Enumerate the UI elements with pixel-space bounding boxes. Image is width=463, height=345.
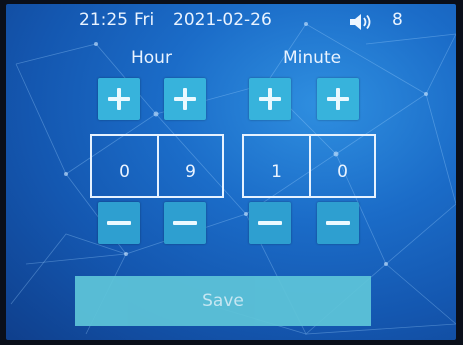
save-button[interactable]: Save xyxy=(75,276,371,326)
volume-level: 8 xyxy=(392,10,403,30)
speaker-volume-icon xyxy=(350,14,371,30)
minus-icon xyxy=(173,221,197,225)
minute-ones-decrement-button[interactable] xyxy=(317,202,359,244)
status-bar: 21:25 Fri 2021-02-26 8 xyxy=(6,10,456,34)
minus-icon xyxy=(258,221,282,225)
device-screen: 21:25 Fri 2021-02-26 8 Hour Minute 0 9 1… xyxy=(6,4,456,340)
minute-display: 1 0 xyxy=(242,134,376,198)
hour-tens-decrement-button[interactable] xyxy=(98,202,140,244)
status-time: 21:25 xyxy=(79,10,128,30)
status-day: Fri xyxy=(134,10,155,30)
hour-label: Hour xyxy=(131,48,172,68)
minute-label: Minute xyxy=(283,48,342,68)
hour-ones-decrement-button[interactable] xyxy=(164,202,206,244)
minus-icon xyxy=(326,221,350,225)
status-date: 2021-02-26 xyxy=(173,10,272,30)
minute-ones-digit: 0 xyxy=(309,136,374,196)
hour-display: 0 9 xyxy=(90,134,224,198)
minute-tens-increment-button[interactable] xyxy=(249,78,291,120)
hour-ones-digit: 9 xyxy=(157,136,222,196)
hour-tens-increment-button[interactable] xyxy=(98,78,140,120)
minute-tens-decrement-button[interactable] xyxy=(249,202,291,244)
hour-ones-increment-button[interactable] xyxy=(164,78,206,120)
hour-tens-digit: 0 xyxy=(119,162,130,182)
minute-ones-increment-button[interactable] xyxy=(317,78,359,120)
minus-icon xyxy=(107,221,131,225)
minute-tens-digit: 1 xyxy=(271,162,282,182)
